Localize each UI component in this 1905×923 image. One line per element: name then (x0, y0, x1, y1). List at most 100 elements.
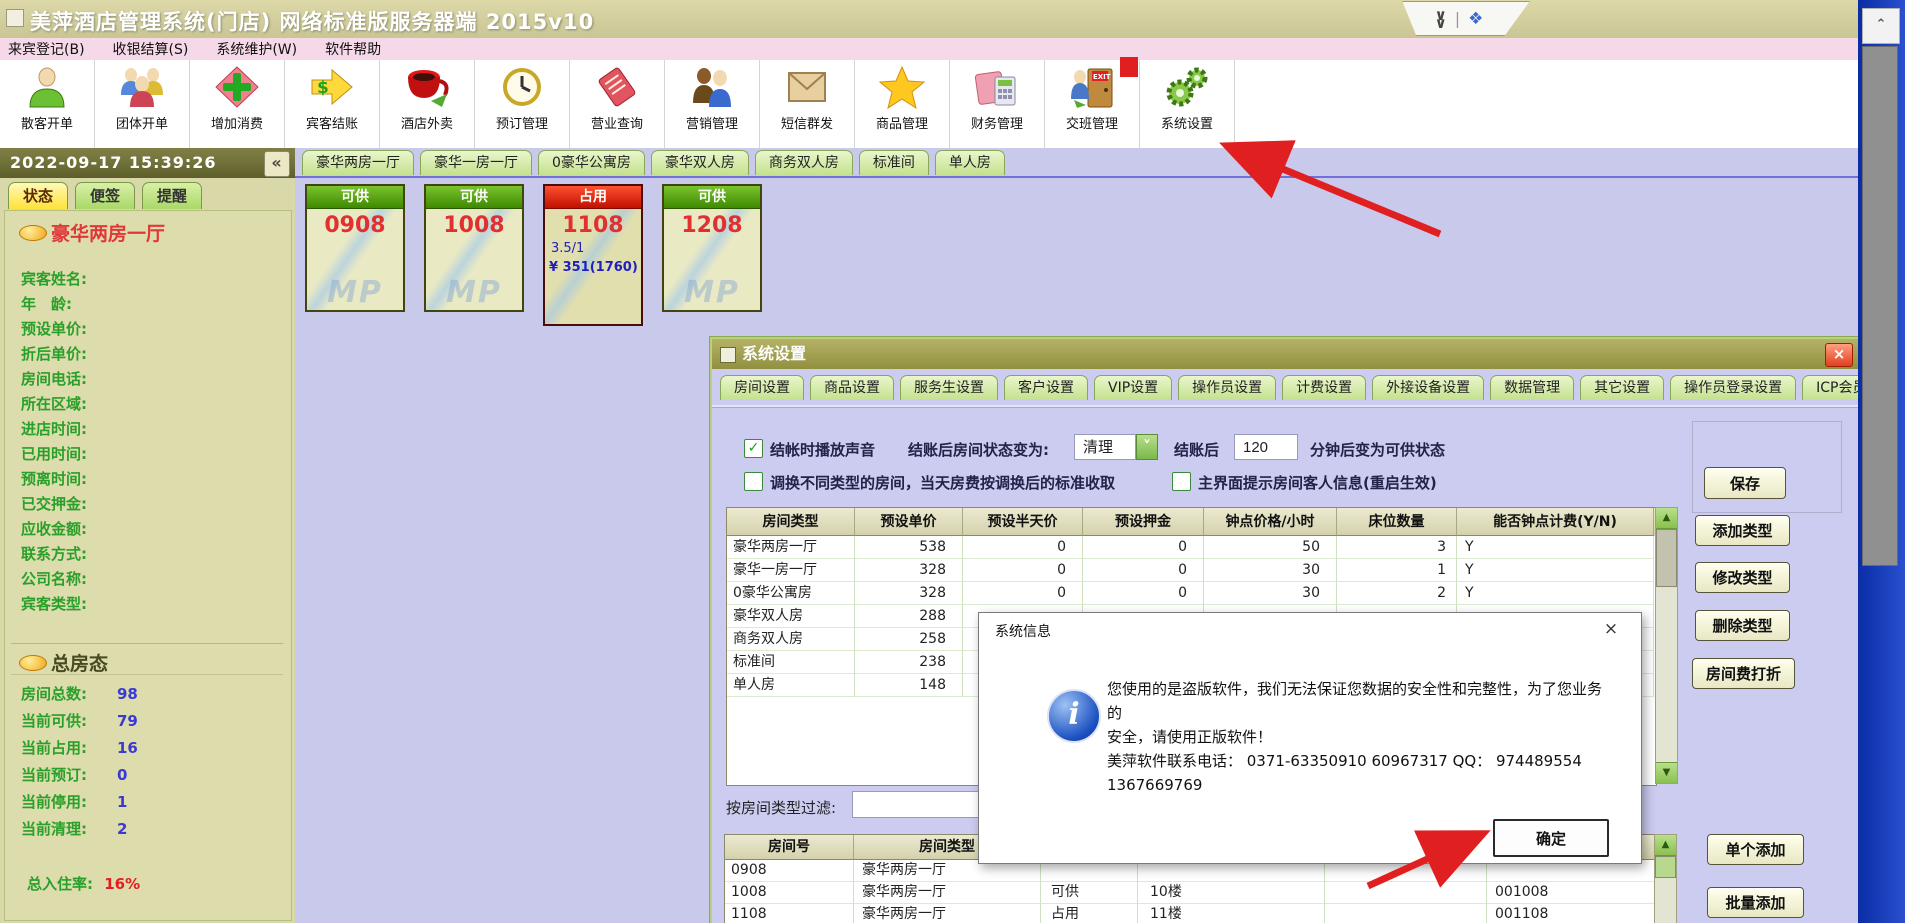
room-type-tab[interactable]: 0豪华公寓房 (538, 150, 645, 175)
scroll-up-icon[interactable]: ▲ (1655, 835, 1676, 856)
toolbar-label: 团体开单 (116, 113, 168, 132)
coffee-cup-icon (401, 63, 453, 111)
toolbar-goods-management-button[interactable]: 商品管理 (855, 60, 950, 148)
room-type-tab[interactable]: 豪华一房一厅 (420, 150, 532, 175)
settings-tab[interactable]: 房间设置 (720, 375, 804, 400)
main-ui-hint-checkbox[interactable] (1172, 472, 1191, 491)
stat-row: 当前停用: 1 (21, 789, 138, 816)
room-card-1208[interactable]: 可供 1208 MP (662, 184, 762, 312)
cell-hourly-flag: Y (1457, 582, 1654, 605)
occupancy-rate: 总入住率: 16% (27, 873, 140, 894)
plus-diamond-icon (211, 63, 263, 111)
room-card-1008[interactable]: 可供 1008 MP (424, 184, 524, 312)
exit-door-icon: EXIT (1066, 63, 1118, 111)
toolbar-sms-broadcast-button[interactable]: 短信群发 (760, 60, 855, 148)
add-single-room-button[interactable]: 单个添加 (1707, 834, 1804, 865)
close-icon[interactable]: × (1599, 617, 1623, 641)
save-button[interactable]: 保存 (1704, 467, 1786, 499)
room-type-tab[interactable]: 商务双人房 (755, 150, 853, 175)
room-card-1108[interactable]: 占用 1108 3.5/1 ¥ 351(1760) (543, 184, 643, 326)
room-amount: ¥ 351(1760) (549, 260, 641, 275)
occupancy-value: 16% (104, 875, 140, 893)
room-fee-discount-button[interactable]: 房间费打折 (1692, 658, 1795, 689)
room-type-tab[interactable]: 豪华两房一厅 (302, 150, 414, 175)
sidebar-tab-reminder[interactable]: 提醒 (142, 182, 202, 209)
menu-item[interactable]: 来宾登记(B) (8, 39, 85, 59)
settings-tab[interactable]: 数据管理 (1490, 375, 1574, 400)
column-header: 预设半天价 (963, 508, 1083, 536)
room-card-0908[interactable]: 可供 0908 MP (305, 184, 405, 312)
ok-button[interactable]: 确定 (1493, 819, 1609, 857)
add-type-button[interactable]: 添加类型 (1695, 515, 1790, 546)
table-row[interactable]: 1108 豪华两房一厅 占用 11楼 001108 (725, 904, 1655, 923)
toolbar-marketing-management-button[interactable]: 营销管理 (665, 60, 760, 148)
delete-type-button[interactable]: 删除类型 (1695, 610, 1790, 641)
envelope-icon (781, 63, 833, 111)
toolbar-finance-management-button[interactable]: 财务管理 (950, 60, 1045, 148)
settings-tab[interactable]: 其它设置 (1580, 375, 1664, 400)
scroll-up-icon[interactable]: ▲ (1656, 508, 1677, 529)
close-icon[interactable]: × (1825, 343, 1853, 367)
toolbar-hotel-takeout-button[interactable]: 酒店外卖 (380, 60, 475, 148)
menu-item[interactable]: 收银结算(S) (113, 39, 189, 59)
table-scrollbar[interactable]: ▲ ▼ (1655, 507, 1678, 784)
table-row[interactable]: 0豪华公寓房 328 0 0 30 2 Y (727, 582, 1656, 605)
sidebar-collapse-button[interactable]: « (264, 151, 290, 177)
cell-deposit: 0 (1083, 582, 1204, 605)
table-scrollbar[interactable]: ▲ (1654, 834, 1677, 923)
divider (295, 176, 1858, 178)
table-row[interactable]: 豪华两房一厅 538 0 0 50 3 Y (727, 536, 1656, 559)
modify-type-button[interactable]: 修改类型 (1695, 562, 1790, 593)
play-sound-checkbox[interactable]: ✓ (744, 439, 763, 458)
message-line: 美萍软件联系电话： 0371-63350910 60967317 QQ： 974… (1107, 749, 1607, 773)
swap-room-checkbox[interactable] (744, 472, 763, 491)
sidebar-tab-status[interactable]: 状态 (8, 182, 68, 209)
chevron-down-icon[interactable]: ˅ (1136, 434, 1158, 460)
sidebar-tab-notes[interactable]: 便签 (75, 182, 135, 209)
toolbar-add-consumption-button[interactable]: 增加消费 (190, 60, 285, 148)
toolbar-system-settings-button[interactable]: 系统设置 (1140, 60, 1235, 148)
sidebar-status-panel: 豪华两房一厅 宾客姓名:年 龄:预设单价:折后单价:房间电话:所在区域:进店时间… (4, 210, 292, 921)
stat-label: 当前可供: (21, 708, 117, 735)
settings-tab[interactable]: 服务生设置 (900, 375, 998, 400)
guest-field-label: 年 龄: (21, 292, 87, 317)
settings-tab[interactable]: 计费设置 (1282, 375, 1366, 400)
scrollbar-thumb[interactable] (1655, 856, 1676, 878)
add-batch-rooms-button[interactable]: 批量添加 (1707, 887, 1804, 918)
settings-tab[interactable]: VIP设置 (1094, 375, 1172, 400)
minutes-input[interactable] (1234, 434, 1298, 460)
settings-tab[interactable]: 外接设备设置 (1372, 375, 1484, 400)
room-type-tab[interactable]: 豪华双人房 (651, 150, 749, 175)
toolbar-business-query-button[interactable]: 营业查询 (570, 60, 665, 148)
after-checkout-label: 结账后 (1174, 439, 1219, 460)
occupancy-label: 总入住率: (27, 875, 93, 893)
room-number: 1108 (545, 213, 641, 238)
toolbar-guest-checkout-button[interactable]: $ 宾客结账 (285, 60, 380, 148)
room-type-tab[interactable]: 单人房 (935, 150, 1005, 175)
scrollbar-thumb[interactable] (1656, 529, 1677, 587)
toolbar-group-checkin-button[interactable]: 团体开单 (95, 60, 190, 148)
table-row[interactable]: 豪华一房一厅 328 0 0 30 1 Y (727, 559, 1656, 582)
scrollbar-thumb[interactable] (1862, 46, 1898, 566)
status-after-select[interactable]: 清理 (1074, 434, 1136, 460)
svg-text:EXIT: EXIT (1093, 73, 1111, 81)
menu-item[interactable]: 系统维护(W) (216, 39, 297, 59)
stat-value: 1 (117, 789, 127, 816)
room-type-filter-input[interactable] (852, 791, 980, 818)
datetime-bar: 2022-09-17 15:39:26 « (0, 148, 295, 178)
scroll-down-icon[interactable]: ▼ (1656, 762, 1677, 783)
settings-tab[interactable]: 操作员设置 (1178, 375, 1276, 400)
system-info-dialog: 系统信息 × i 您使用的是盗版软件，我们无法保证您数据的安全性和完整性，为了您… (978, 612, 1642, 864)
settings-tab[interactable]: 操作员登录设置 (1670, 375, 1796, 400)
menu-item[interactable]: 软件帮助 (325, 39, 381, 59)
table-row[interactable]: 1008 豪华两房一厅 可供 10楼 001008 (725, 882, 1655, 904)
room-type-tab[interactable]: 标准间 (859, 150, 929, 175)
toolbar-label: 财务管理 (971, 113, 1023, 132)
settings-tab[interactable]: 商品设置 (810, 375, 894, 400)
toolbar: 散客开单 团体开单 增加消费 $ 宾客结账 酒店外卖 预订管理 (0, 60, 1858, 149)
settings-tab[interactable]: 客户设置 (1004, 375, 1088, 400)
toolbar-walkin-checkin-button[interactable]: 散客开单 (0, 60, 95, 148)
toolbar-booking-management-button[interactable]: 预订管理 (475, 60, 570, 148)
room-type-header: 豪华两房一厅 (19, 219, 165, 246)
scroll-up-icon[interactable]: ⌃ (1862, 8, 1900, 44)
